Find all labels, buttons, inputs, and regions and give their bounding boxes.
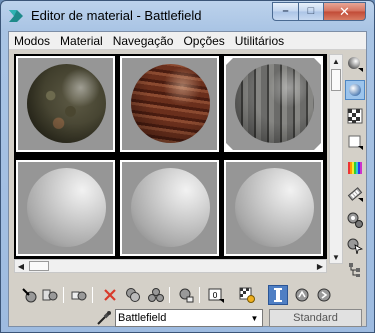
hot-material-corners-icon: [226, 58, 321, 150]
sample-type-icon: [348, 57, 363, 72]
show-end-result-button[interactable]: [268, 285, 288, 305]
put-to-library-icon: [179, 288, 194, 303]
maximize-icon: □: [307, 5, 315, 17]
material-sample-slots: [14, 54, 327, 264]
copy-material-icon: [126, 288, 140, 302]
close-button[interactable]: ✕: [323, 2, 366, 21]
sample-uv-tiling-button[interactable]: [345, 132, 365, 152]
reset-map-button[interactable]: [100, 285, 120, 305]
video-color-check-button[interactable]: [345, 158, 365, 178]
select-by-material-button[interactable]: [345, 236, 365, 256]
slots-vertical-scrollbar[interactable]: ▲ ▼: [329, 54, 343, 264]
scroll-left-icon[interactable]: ◀: [15, 260, 27, 272]
scroll-right-icon[interactable]: ▶: [314, 260, 326, 272]
material-map-navigator-icon: [349, 263, 360, 277]
make-unique-icon: [148, 288, 164, 302]
go-forward-to-sibling-icon: [317, 288, 331, 302]
sample-slot-1[interactable]: [16, 56, 115, 152]
put-material-to-scene-button[interactable]: [40, 285, 60, 305]
title-bar[interactable]: Editor de material - Battlefield – □ ✕: [1, 1, 374, 31]
toolbar-separator: [199, 287, 200, 303]
material-sphere: [131, 168, 210, 247]
make-preview-icon: [347, 187, 363, 202]
show-end-result-icon: [274, 288, 282, 302]
options-icon: [347, 212, 363, 228]
sphere-shading: [131, 64, 210, 143]
backlight-button[interactable]: [345, 80, 365, 100]
sample-slot-4[interactable]: [16, 160, 115, 256]
vertical-scroll-thumb[interactable]: [331, 69, 341, 91]
minimize-icon: –: [282, 5, 289, 17]
minimize-button[interactable]: –: [272, 2, 298, 21]
options-button[interactable]: [345, 210, 365, 230]
select-by-material-icon: [347, 238, 363, 254]
go-to-parent-icon: [295, 288, 309, 302]
material-type-button[interactable]: Standard: [269, 309, 362, 327]
reset-map-icon: [104, 289, 116, 301]
horizontal-scroll-thumb[interactable]: [29, 261, 49, 271]
go-to-parent-button[interactable]: [292, 285, 312, 305]
material-editor-window: Editor de material - Battlefield – □ ✕ M…: [0, 0, 375, 333]
3dsmax-app-icon: [9, 10, 23, 22]
material-id-channel-button[interactable]: 0: [206, 285, 226, 305]
maximize-button[interactable]: □: [298, 2, 323, 21]
window-title: Editor de material - Battlefield: [31, 8, 202, 23]
backlight-icon: [349, 84, 361, 96]
make-preview-button[interactable]: [345, 184, 365, 204]
material-name-input[interactable]: Battlefield: [115, 309, 263, 327]
close-icon: ✕: [339, 4, 350, 19]
pick-material-from-object-button[interactable]: [95, 309, 113, 327]
bottom-toolbar: 0: [9, 285, 366, 305]
go-forward-to-sibling-button[interactable]: [314, 285, 334, 305]
menu-material[interactable]: Material: [55, 32, 108, 50]
slots-horizontal-scrollbar[interactable]: ◀ ▶: [14, 259, 327, 273]
material-sphere: [235, 168, 314, 247]
eyedropper-icon: [97, 311, 111, 325]
sample-type-button[interactable]: [345, 54, 365, 74]
put-material-to-scene-icon: [42, 289, 58, 301]
sample-slot-5[interactable]: [120, 160, 219, 256]
scroll-down-icon[interactable]: ▼: [330, 251, 342, 263]
material-sphere: [27, 168, 106, 247]
put-to-library-button[interactable]: [176, 285, 196, 305]
assign-material-icon: [71, 291, 87, 301]
get-material-icon: [22, 288, 37, 303]
toolbar-separator: [63, 287, 64, 303]
svg-text:0: 0: [212, 291, 217, 300]
assign-material-button[interactable]: [69, 285, 89, 305]
material-id-channel-icon: 0: [208, 288, 224, 303]
video-color-check-icon: [348, 162, 362, 174]
sample-slot-3[interactable]: [224, 56, 323, 152]
menu-bar: Modos Material Navegação Opções Utilitár…: [9, 32, 366, 50]
copy-material-button[interactable]: [123, 285, 143, 305]
menu-navegacao[interactable]: Navegação: [108, 32, 179, 50]
toolbar-separator: [92, 287, 93, 303]
editor-client-area: Modos Material Navegação Opções Utilitár…: [8, 31, 367, 327]
background-icon: [347, 108, 363, 124]
sample-slot-2[interactable]: [120, 56, 219, 152]
toolbar-separator: [169, 287, 170, 303]
menu-opcoes[interactable]: Opções: [178, 32, 229, 50]
make-unique-button[interactable]: [146, 285, 166, 305]
menu-modos[interactable]: Modos: [9, 32, 55, 50]
window-controls: – □ ✕: [272, 2, 366, 21]
sample-slot-6[interactable]: [224, 160, 323, 256]
sphere-shading: [27, 64, 106, 143]
material-name-dropdown-icon[interactable]: ▼: [247, 310, 262, 326]
show-shaded-material-button[interactable]: [237, 285, 257, 305]
show-shaded-material-icon: [239, 287, 255, 303]
scroll-up-icon[interactable]: ▲: [330, 55, 342, 67]
background-button[interactable]: [345, 106, 365, 126]
sample-uv-tiling-icon: [348, 135, 363, 150]
material-map-navigator-button[interactable]: [345, 260, 365, 280]
menu-utilitarios[interactable]: Utilitários: [230, 32, 289, 50]
material-name-bar: Battlefield ▼ Standard: [9, 309, 366, 327]
get-material-button[interactable]: [19, 285, 39, 305]
